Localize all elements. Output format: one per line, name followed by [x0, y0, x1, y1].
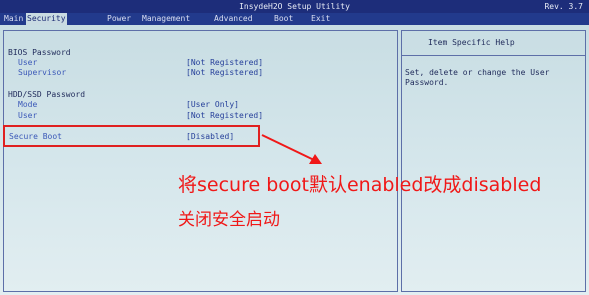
menu-tab-boot[interactable]: Boot	[274, 13, 293, 25]
revision-label: Rev. 3.7	[544, 2, 583, 11]
annotation-line-2: 关闭安全启动	[178, 210, 280, 230]
menu-tab-advanced[interactable]: Advanced	[214, 13, 253, 25]
bios-user-label[interactable]: User	[18, 58, 37, 68]
hdd-user-label[interactable]: User	[18, 111, 37, 121]
help-title: Item Specific Help	[428, 38, 515, 47]
menu-tab-management[interactable]: Management	[142, 13, 190, 25]
menu-tab-security[interactable]: Security	[26, 13, 67, 25]
bios-supervisor-label[interactable]: Supervisor	[18, 68, 66, 78]
annotation-line-1: 将secure boot默认enabled改成disabled	[178, 174, 542, 196]
bios-password-heading: BIOS Password	[8, 48, 71, 57]
hdd-password-heading: HDD/SSD Password	[8, 90, 86, 99]
hdd-user-value[interactable]: [Not Registered]	[186, 111, 263, 121]
menu-tab-exit[interactable]: Exit	[311, 13, 330, 25]
bios-user-value[interactable]: [Not Registered]	[186, 58, 263, 68]
menu-tab-main[interactable]: Main	[4, 13, 23, 25]
secure-boot-highlight-box	[3, 125, 260, 147]
menu-bar: Main Security Power Management Advanced …	[0, 13, 589, 25]
menu-tab-power[interactable]: Power	[107, 13, 131, 25]
bios-supervisor-value[interactable]: [Not Registered]	[186, 68, 263, 78]
help-text: Set, delete or change the User Password.	[405, 68, 550, 87]
hdd-mode-label[interactable]: Mode	[18, 100, 37, 110]
title-bar: InsydeH2O Setup Utility Rev. 3.7	[0, 0, 589, 13]
hdd-mode-value[interactable]: [User Only]	[186, 100, 239, 110]
annotation-arrow-icon	[261, 134, 322, 164]
window-title: InsydeH2O Setup Utility	[239, 2, 350, 11]
help-divider	[401, 55, 586, 56]
